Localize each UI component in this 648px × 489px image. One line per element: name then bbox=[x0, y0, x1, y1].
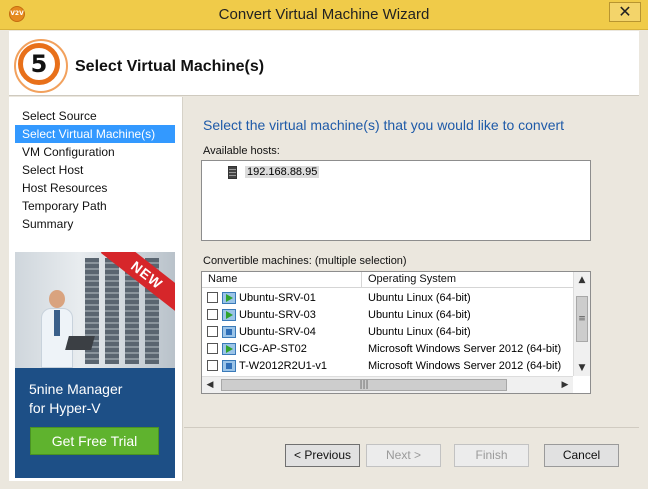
machine-os: Ubuntu Linux (64-bit) bbox=[368, 325, 471, 338]
step-select-host[interactable]: Select Host bbox=[15, 161, 175, 179]
machine-os: Ubuntu Linux (64-bit) bbox=[368, 291, 471, 304]
wizard-header: 5 Select Virtual Machine(s) bbox=[9, 31, 639, 96]
column-os-header[interactable]: Operating System bbox=[362, 272, 573, 288]
convertible-machines-label: Convertible machines: (multiple selectio… bbox=[203, 255, 407, 267]
table-row[interactable]: Ubuntu-SRV-01 Ubuntu Linux (64-bit) bbox=[202, 289, 573, 306]
step-number-badge: 5 bbox=[14, 39, 68, 93]
step-temporary-path[interactable]: Temporary Path bbox=[15, 197, 175, 215]
promo-line-2: for Hyper-V bbox=[29, 400, 101, 416]
page-title: Select Virtual Machine(s) bbox=[75, 58, 265, 75]
step-select-source[interactable]: Select Source bbox=[15, 107, 175, 125]
column-name-header[interactable]: Name bbox=[202, 272, 362, 288]
machine-os: Microsoft Windows Server 2012 (64-bit) bbox=[368, 342, 562, 355]
step-host-resources[interactable]: Host Resources bbox=[15, 179, 175, 197]
promo-text: 5nine Manager for Hyper-V bbox=[29, 380, 122, 418]
vm-running-icon bbox=[222, 308, 236, 321]
scroll-down-icon[interactable]: ▼ bbox=[574, 360, 590, 376]
available-hosts-list[interactable]: 192.168.88.95 bbox=[201, 160, 591, 241]
vm-running-icon bbox=[222, 342, 236, 355]
table-row[interactable]: ICG-AP-ST02 Microsoft Windows Server 201… bbox=[202, 340, 573, 357]
machine-name: Ubuntu-SRV-03 bbox=[239, 308, 316, 321]
step-vm-configuration[interactable]: VM Configuration bbox=[15, 143, 175, 161]
table-row[interactable]: T-W2012R2U1-v1 Microsoft Windows Server … bbox=[202, 357, 573, 374]
machine-rows: Ubuntu-SRV-01 Ubuntu Linux (64-bit) Ubun… bbox=[202, 289, 573, 374]
page-instruction: Select the virtual machine(s) that you w… bbox=[203, 117, 565, 133]
vm-icon bbox=[222, 359, 236, 372]
machine-name: Ubuntu-SRV-04 bbox=[239, 325, 316, 338]
wizard-steps: Select Source Select Virtual Machine(s) … bbox=[15, 107, 175, 233]
table-row[interactable]: Ubuntu-SRV-04 Ubuntu Linux (64-bit) bbox=[202, 323, 573, 340]
table-row[interactable]: Ubuntu-SRV-03 Ubuntu Linux (64-bit) bbox=[202, 306, 573, 323]
scroll-up-icon[interactable]: ▲ bbox=[574, 272, 590, 288]
cancel-button[interactable]: Cancel bbox=[544, 444, 619, 467]
machine-os: Ubuntu Linux (64-bit) bbox=[368, 308, 471, 321]
server-icon bbox=[228, 165, 237, 179]
previous-button[interactable]: < Previous bbox=[285, 444, 360, 467]
vertical-scrollbar[interactable]: ▲ ≡ ▼ bbox=[573, 272, 590, 376]
wizard-footer: < Previous Next > Finish Cancel bbox=[184, 427, 639, 481]
get-free-trial-button[interactable]: Get Free Trial bbox=[30, 427, 159, 455]
machine-checkbox[interactable] bbox=[207, 309, 218, 320]
promo-banner[interactable]: NEW 5nine Manager for Hyper-V Get Free T… bbox=[15, 252, 175, 478]
machine-checkbox[interactable] bbox=[207, 343, 218, 354]
machine-checkbox[interactable] bbox=[207, 292, 218, 303]
vm-icon bbox=[222, 325, 236, 338]
close-button[interactable]: ✕ bbox=[609, 2, 641, 22]
vm-running-icon bbox=[222, 291, 236, 304]
machine-name: Ubuntu-SRV-01 bbox=[239, 291, 316, 304]
promo-line-1: 5nine Manager bbox=[29, 381, 123, 397]
laptop-icon bbox=[65, 336, 95, 350]
machine-checkbox[interactable] bbox=[207, 360, 218, 371]
horizontal-scrollbar[interactable]: ◀ ||| ▶ bbox=[202, 376, 573, 393]
wizard-content: Select the virtual machine(s) that you w… bbox=[184, 97, 639, 427]
host-item[interactable]: 192.168.88.95 bbox=[228, 164, 320, 180]
machine-name: T-W2012R2U1-v1 bbox=[239, 359, 328, 372]
window-title: Convert Virtual Machine Wizard bbox=[218, 6, 430, 23]
convertible-machines-list[interactable]: Name Operating System Ubuntu-SRV-01 Ubun… bbox=[201, 271, 591, 394]
vertical-scroll-thumb[interactable]: ≡ bbox=[576, 296, 588, 342]
step-select-virtual-machines[interactable]: Select Virtual Machine(s) bbox=[15, 125, 175, 143]
horizontal-scroll-thumb[interactable]: ||| bbox=[221, 379, 507, 391]
server-rack-icon bbox=[105, 258, 119, 364]
available-hosts-label: Available hosts: bbox=[203, 145, 280, 157]
machine-name: ICG-AP-ST02 bbox=[239, 342, 307, 355]
machine-checkbox[interactable] bbox=[207, 326, 218, 337]
finish-button[interactable]: Finish bbox=[454, 444, 529, 467]
host-address: 192.168.88.95 bbox=[245, 166, 320, 178]
scroll-right-icon[interactable]: ▶ bbox=[557, 377, 573, 393]
scroll-left-icon[interactable]: ◀ bbox=[202, 377, 218, 393]
wizard-sidebar: Select Source Select Virtual Machine(s) … bbox=[9, 97, 183, 481]
list-header: Name Operating System bbox=[202, 272, 573, 288]
title-bar: V2V Convert Virtual Machine Wizard ✕ bbox=[0, 0, 648, 30]
next-button[interactable]: Next > bbox=[366, 444, 441, 467]
promo-photo: NEW bbox=[15, 252, 175, 368]
step-summary[interactable]: Summary bbox=[15, 215, 175, 233]
machine-os: Microsoft Windows Server 2012 (64-bit) bbox=[368, 359, 562, 372]
